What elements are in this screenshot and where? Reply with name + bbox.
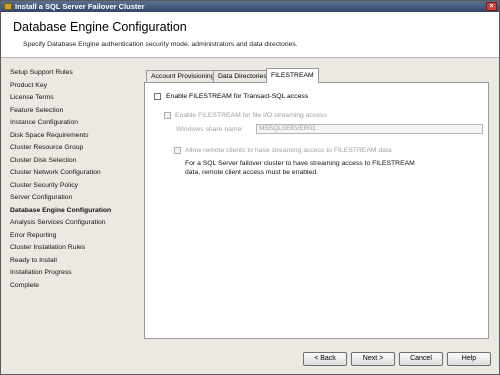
title-bar: Install a SQL Server Failover Cluster × [1, 1, 499, 12]
step-item: Cluster Installation Rules [10, 244, 86, 251]
step-item: Feature Selection [10, 106, 64, 114]
installer-window: Install a SQL Server Failover Cluster × … [0, 0, 500, 375]
step-item: Disk Space Requirements [10, 131, 89, 139]
close-button[interactable]: × [486, 2, 497, 11]
page-title: Database Engine Configuration [13, 20, 187, 34]
share-name-label: Windows share name: [176, 126, 244, 133]
tab-account-provisioning[interactable]: Account Provisioning [146, 70, 220, 82]
cancel-button[interactable]: Cancel [399, 352, 443, 366]
step-item: Cluster Resource Group [10, 144, 84, 151]
step-item: Analysis Services Configuration [10, 219, 106, 226]
step-item: Server Configuration [10, 194, 73, 201]
enable-file-io-checkbox[interactable] [164, 112, 171, 119]
config-area: Account Provisioning Data Directories FI… [144, 68, 489, 339]
window-title: Install a SQL Server Failover Cluster [15, 2, 145, 11]
enable-file-io-label[interactable]: Enable FILESTREAM for file I/O streaming… [175, 112, 327, 119]
allow-remote-label[interactable]: Allow remote clients to have streaming a… [185, 147, 392, 154]
step-item: Installation Progress [10, 269, 72, 276]
step-item-current: Database Engine Configuration [10, 206, 112, 214]
step-item: Complete [10, 281, 40, 289]
step-item: Cluster Disk Selection [10, 156, 77, 164]
step-item: Error Reporting [10, 231, 57, 239]
step-item: Cluster Network Configuration [10, 169, 101, 176]
step-item: Product Key [10, 81, 48, 89]
enable-tsql-checkbox[interactable] [154, 93, 161, 100]
page-header: Database Engine Configuration Specify Da… [1, 12, 499, 58]
next-button[interactable]: Next > [351, 352, 395, 366]
page-subtitle: Specify Database Engine authentication s… [23, 41, 298, 48]
allow-remote-checkbox[interactable] [174, 147, 181, 154]
back-button[interactable]: < Back [303, 352, 347, 366]
tab-data-directories[interactable]: Data Directories [213, 70, 272, 82]
app-icon [4, 3, 12, 10]
filestream-panel: Enable FILESTREAM for Transact-SQL acces… [144, 82, 489, 339]
enable-tsql-label[interactable]: Enable FILESTREAM for Transact-SQL acces… [166, 93, 308, 100]
step-item: License Terms [10, 94, 54, 101]
step-item: Ready to Install [10, 256, 57, 264]
step-item: Setup Support Rules [10, 69, 73, 76]
failover-note: For a SQL Server failover cluster to hav… [185, 160, 415, 176]
tab-filestream[interactable]: FILESTREAM [266, 68, 319, 83]
wizard-steps: Setup Support Rules Product Key License … [1, 59, 141, 359]
step-item: Cluster Security Policy [10, 181, 78, 189]
help-button[interactable]: Help [447, 352, 491, 366]
step-item: Instance Configuration [10, 119, 79, 126]
share-name-input[interactable]: MSSQLSERVER01 [256, 124, 483, 134]
